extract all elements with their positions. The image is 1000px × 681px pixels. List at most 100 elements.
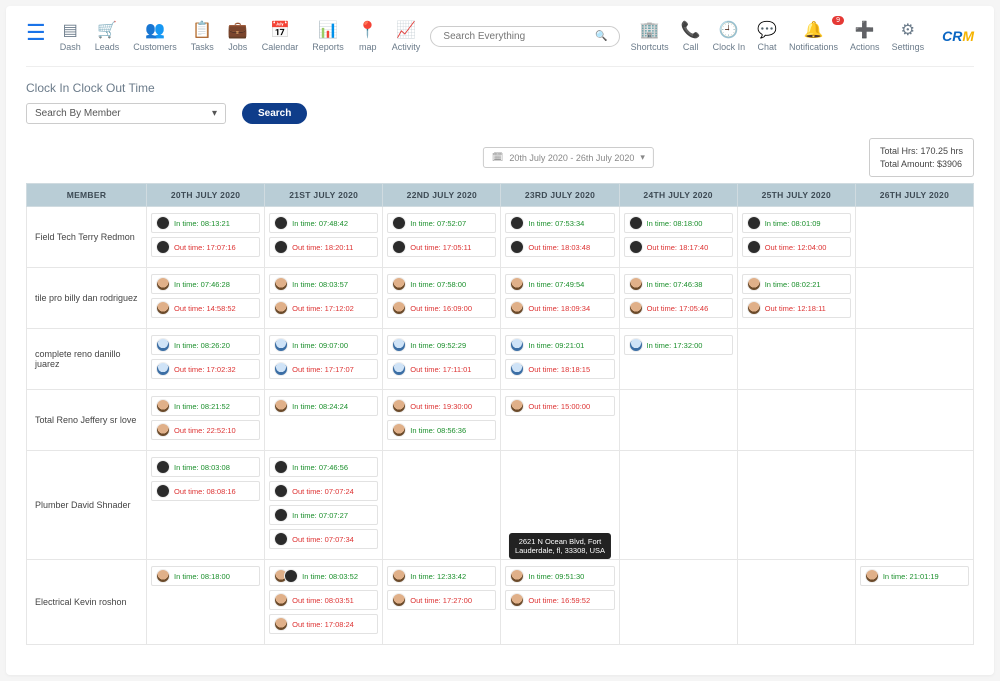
clock-in-entry[interactable]: In time: 09:52:29 [387, 335, 496, 355]
clock-in-entry[interactable]: In time: 08:13:21 [151, 213, 260, 233]
date-range[interactable]: 🗓 20th July 2020 - 26th July 2020 ▾ [483, 147, 654, 168]
entry-time: In time: 09:51:30 [528, 572, 584, 581]
clock-out-entry[interactable]: Out time: 17:11:01 [387, 359, 496, 379]
nav-customers[interactable]: 👥Customers [133, 20, 177, 52]
entry-time: In time: 07:53:34 [528, 219, 584, 228]
clock-in-entry[interactable]: In time: 07:52:07 [387, 213, 496, 233]
topbar: ☰ ▤Dash 🛒Leads 👥Customers 📋Tasks 💼Jobs 📅Calen… [26, 16, 974, 67]
clock-in-entry[interactable]: In time: 08:56:36 [387, 420, 496, 440]
settings-icon: ⚙ [901, 20, 915, 40]
day-cell: In time: 08:03:08 Out time: 08:08:16 [147, 451, 265, 560]
clock-out-entry[interactable]: Out time: 17:07:16 [151, 237, 260, 257]
nav-calendar[interactable]: 📅Calendar [262, 20, 299, 52]
clock-in-entry[interactable]: In time: 08:01:09 [742, 213, 851, 233]
clock-out-entry[interactable]: Out time: 16:59:52 [505, 590, 614, 610]
clock-in-entry[interactable]: In time: 07:58:00 [387, 274, 496, 294]
search-box[interactable]: 🔍 [430, 26, 620, 47]
search-wrap: 🔍 [430, 26, 620, 47]
clock-in-entry[interactable]: In time: 07:53:34 [505, 213, 614, 233]
clock-in-entry[interactable]: In time: 08:02:21 [742, 274, 851, 294]
day-cell: Out time: 19:30:00 In time: 08:56:36 [383, 390, 501, 451]
clock-out-entry[interactable]: Out time: 17:27:00 [387, 590, 496, 610]
search-button[interactable]: Search [242, 103, 307, 124]
clock-in-entry[interactable]: In time: 08:21:52 [151, 396, 260, 416]
clock-out-entry[interactable]: Out time: 07:07:24 [269, 481, 378, 501]
member-select[interactable]: Search By Member ▾ [26, 103, 226, 124]
clock-out-entry[interactable]: Out time: 16:09:00 [387, 298, 496, 318]
nav-actions[interactable]: ➕Actions [850, 20, 880, 52]
entry-time: In time: 08:03:52 [302, 572, 358, 581]
clock-out-entry[interactable]: Out time: 12:18:11 [742, 298, 851, 318]
nav-clock-in[interactable]: 🕘Clock In [713, 20, 746, 52]
day-cell: In time: 07:46:56 Out time: 07:07:24 In ti… [265, 451, 383, 560]
clock-out-entry[interactable]: Out time: 18:20:11 [269, 237, 378, 257]
clock-in-entry[interactable]: In time: 08:26:20 [151, 335, 260, 355]
clock-out-entry[interactable]: Out time: 19:30:00 [387, 396, 496, 416]
day-cell [855, 451, 973, 560]
nav-reports[interactable]: 📊Reports [312, 20, 344, 52]
nav-dash[interactable]: ▤Dash [60, 20, 81, 52]
clock-in-entry[interactable]: In time: 08:03:08 [151, 457, 260, 477]
nav-jobs[interactable]: 💼Jobs [228, 20, 248, 52]
clock-out-entry[interactable]: Out time: 17:08:24 [269, 614, 378, 634]
clock-in-entry[interactable]: In time: 07:49:54 [505, 274, 614, 294]
day-cell [383, 451, 501, 560]
clock-in-entry[interactable]: In time: 08:24:24 [269, 396, 378, 416]
clock-in-entry[interactable]: In time: 08:18:00 [151, 566, 260, 586]
clock-in-entry[interactable]: In time: 21:01:19 [860, 566, 969, 586]
clock-in-entry[interactable]: In time: 07:46:56 [269, 457, 378, 477]
clock-out-entry[interactable]: Out time: 17:02:32 [151, 359, 260, 379]
nav-notifications[interactable]: 🔔Notifications9 [789, 20, 838, 52]
clock-out-entry[interactable]: Out time: 22:52:10 [151, 420, 260, 440]
clock-in-entry[interactable]: In time: 08:03:57 [269, 274, 378, 294]
clock-in-entry[interactable]: In time: 08:03:52 [269, 566, 378, 586]
day-cell [855, 207, 973, 268]
clock-out-entry[interactable]: Out time: 08:03:51 [269, 590, 378, 610]
clock-in-entry[interactable]: In time: 09:21:01 [505, 335, 614, 355]
clock-in-entry[interactable]: In time: 07:07:27 [269, 505, 378, 525]
clock-out-entry[interactable]: Out time: 12:04:00 [742, 237, 851, 257]
clock-out-entry[interactable]: Out time: 08:08:16 [151, 481, 260, 501]
totals-hours: Total Hrs: 170.25 hrs [880, 145, 963, 158]
avatar [156, 484, 170, 498]
nav-leads[interactable]: 🛒Leads [95, 20, 120, 52]
nav-tasks[interactable]: 📋Tasks [191, 20, 214, 52]
entry-time: In time: 07:46:56 [292, 463, 348, 472]
clock-in-entry[interactable]: In time: 07:48:42 [269, 213, 378, 233]
search-icon[interactable]: 🔍 [595, 31, 607, 42]
nav-call[interactable]: 📞Call [681, 20, 701, 52]
avatar [274, 362, 288, 376]
col-date: 22ND JULY 2020 [383, 184, 501, 207]
nav-label: Notifications [789, 42, 838, 52]
nav-map[interactable]: 📍map [358, 20, 378, 52]
nav-chat[interactable]: 💬Chat [757, 20, 777, 52]
clock-out-entry[interactable]: Out time: 17:05:46 [624, 298, 733, 318]
clock-out-entry[interactable]: Out time: 18:03:48 [505, 237, 614, 257]
clock-in-entry[interactable]: In time: 17:32:00 [624, 335, 733, 355]
clock-out-entry[interactable]: Out time: 17:05:11 [387, 237, 496, 257]
clock-in-entry[interactable]: In time: 09:51:302621 N Ocean Blvd, Fort… [505, 566, 614, 586]
avatar [274, 532, 288, 546]
day-cell: In time: 07:58:00 Out time: 16:09:00 [383, 268, 501, 329]
clock-out-entry[interactable]: Out time: 17:17:07 [269, 359, 378, 379]
location-tooltip: 2621 N Ocean Blvd, FortLauderdale, fl, 3… [509, 533, 611, 559]
search-input[interactable] [443, 31, 595, 42]
menu-icon[interactable]: ☰ [26, 20, 46, 46]
clock-in-entry[interactable]: In time: 09:07:00 [269, 335, 378, 355]
clock-out-entry[interactable]: Out time: 18:18:15 [505, 359, 614, 379]
clock-out-entry[interactable]: Out time: 07:07:34 [269, 529, 378, 549]
clock-in-entry[interactable]: In time: 07:46:28 [151, 274, 260, 294]
clock-in-entry[interactable]: In time: 07:46:38 [624, 274, 733, 294]
clock-out-entry[interactable]: Out time: 18:17:40 [624, 237, 733, 257]
avatar [510, 399, 524, 413]
nav-settings[interactable]: ⚙Settings [892, 20, 925, 52]
shortcuts-icon: 🏢 [640, 20, 660, 40]
clock-in-entry[interactable]: In time: 12:33:42 [387, 566, 496, 586]
clock-in-entry[interactable]: In time: 08:18:00 [624, 213, 733, 233]
clock-out-entry[interactable]: Out time: 18:09:34 [505, 298, 614, 318]
clock-out-entry[interactable]: Out time: 17:12:02 [269, 298, 378, 318]
clock-out-entry[interactable]: Out time: 14:58:52 [151, 298, 260, 318]
clock-out-entry[interactable]: Out time: 15:00:00 [505, 396, 614, 416]
nav-activity[interactable]: 📈Activity [392, 20, 421, 52]
nav-shortcuts[interactable]: 🏢Shortcuts [631, 20, 669, 52]
